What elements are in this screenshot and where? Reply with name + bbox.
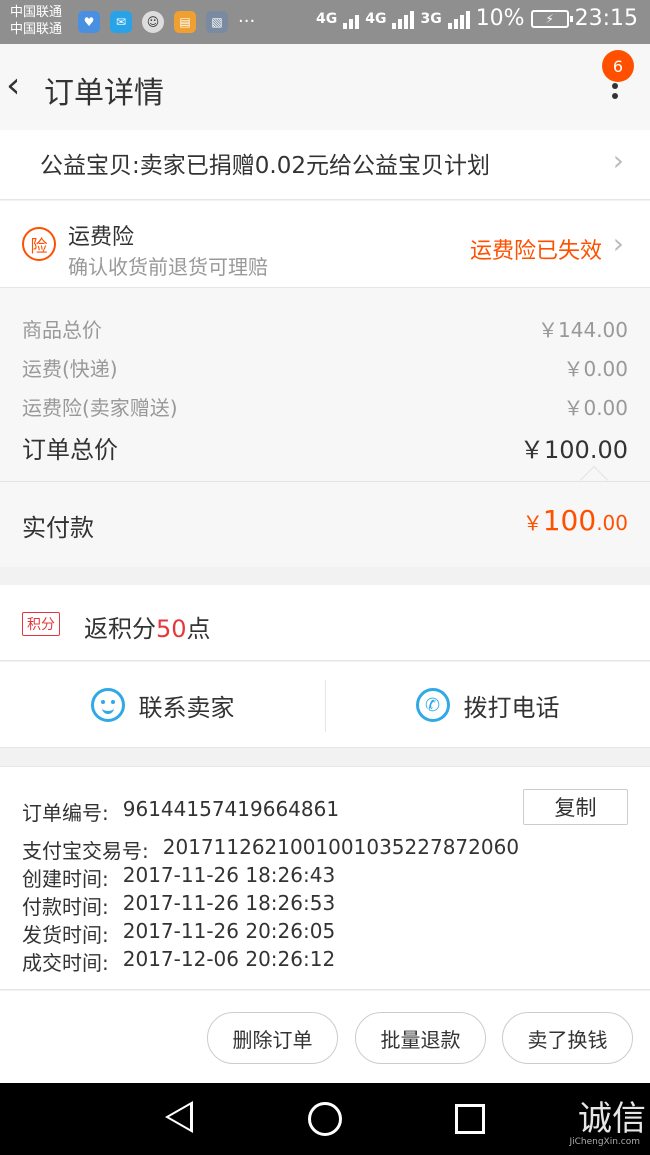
points-text: 返积分50点 bbox=[84, 609, 211, 644]
insurance-title: 运费险 bbox=[68, 225, 135, 250]
delete-order-button[interactable]: 删除订单 bbox=[207, 1012, 338, 1064]
shipped-time-label: 发货时间: bbox=[22, 923, 109, 947]
carrier-labels: 中国联通 中国联通 bbox=[10, 4, 62, 38]
actual-payment-row: 实付款 ￥100.00 bbox=[0, 482, 650, 567]
paid-time-row: 付款时间: 2017-11-26 18:26:53 bbox=[22, 891, 335, 920]
contact-bar: 联系卖家 ✆ 拨打电话 bbox=[0, 662, 650, 748]
action-bar: 删除订单 批量退款 卖了换钱 bbox=[0, 991, 650, 1083]
charity-text: 公益宝贝:卖家已捐赠0.02元给公益宝贝计划 bbox=[40, 153, 490, 179]
battery-icon: ⚡ bbox=[530, 9, 573, 28]
goods-total-label: 商品总价 bbox=[22, 318, 102, 342]
signal-bars-2-icon bbox=[392, 9, 415, 29]
price-breakdown: 商品总价 ￥144.00 运费(快递) ￥0.00 运费险(卖家赠送) ￥0.0… bbox=[0, 288, 650, 495]
points-row: 积分 返积分50点 bbox=[0, 585, 650, 661]
order-number-value: 96144157419664861 bbox=[122, 797, 340, 821]
created-time-row: 创建时间: 2017-11-26 18:26:43 bbox=[22, 863, 335, 892]
order-total-label: 订单总价 bbox=[22, 436, 118, 464]
points-number: 50 bbox=[156, 615, 187, 643]
paid-time-value: 2017-11-26 18:26:53 bbox=[122, 891, 336, 915]
insurance-icon: 险 bbox=[22, 227, 56, 261]
batch-refund-button[interactable]: 批量退款 bbox=[355, 1012, 486, 1064]
call-phone-label: 拨打电话 bbox=[463, 693, 560, 722]
sell-button[interactable]: 卖了换钱 bbox=[502, 1012, 633, 1064]
nav-recents-icon[interactable] bbox=[455, 1104, 485, 1134]
paid-time-label: 付款时间: bbox=[22, 895, 109, 919]
more-notifications-icon: ··· bbox=[238, 11, 256, 32]
gallery-icon: ▧ bbox=[206, 11, 228, 33]
order-total-value: ￥100.00 bbox=[520, 436, 628, 464]
created-time-label: 创建时间: bbox=[22, 867, 109, 891]
phone-icon: ✆ bbox=[415, 688, 450, 722]
created-time-value: 2017-11-26 18:26:43 bbox=[122, 863, 336, 887]
completed-time-label: 成交时间: bbox=[22, 951, 109, 975]
completed-time-row: 成交时间: 2017-12-06 20:26:12 bbox=[22, 947, 335, 976]
carrier-2: 中国联通 bbox=[10, 22, 63, 37]
signal-bars-1-icon bbox=[343, 9, 360, 29]
order-number-row: 订单编号: 96144157419664861 bbox=[22, 797, 339, 826]
app-icon: ▤ bbox=[174, 11, 196, 33]
insurance-status: 运费险已失效 bbox=[469, 239, 602, 264]
insurance-fee-value: ￥0.00 bbox=[563, 396, 628, 420]
order-info: 订单编号: 96144157419664861 复制 支付宝交易号: 20171… bbox=[0, 766, 650, 990]
status-right: 4G 4G 3G 10% ⚡ 23:15 bbox=[316, 6, 638, 31]
chevron-right-icon: › bbox=[612, 227, 624, 260]
alipay-number-label: 支付宝交易号: bbox=[22, 839, 149, 863]
health-icon: ♥ bbox=[78, 11, 100, 33]
watermark-url: JiChengXin.com bbox=[569, 1137, 640, 1147]
carrier-1: 中国联通 bbox=[10, 5, 63, 20]
insurance-fee-row: 运费险(卖家赠送) ￥0.00 bbox=[22, 392, 628, 421]
nav-back-icon[interactable] bbox=[165, 1101, 193, 1133]
avatar-icon: ☺ bbox=[142, 11, 164, 33]
call-phone-button[interactable]: ✆ 拨打电话 bbox=[325, 662, 650, 748]
chevron-right-icon: › bbox=[612, 144, 624, 177]
signal-bars-3-icon bbox=[447, 9, 470, 29]
shipping-value: ￥0.00 bbox=[563, 357, 628, 381]
order-total-row: 订单总价 ￥100.00 bbox=[22, 430, 628, 465]
points-prefix: 返积分 bbox=[84, 615, 156, 643]
actual-payment-label: 实付款 bbox=[22, 514, 94, 542]
shipped-time-row: 发货时间: 2017-11-26 20:26:05 bbox=[22, 919, 335, 948]
page-title: 订单详情 bbox=[44, 76, 164, 111]
insurance-fee-label: 运费险(卖家赠送) bbox=[22, 396, 178, 420]
contact-seller-label: 联系卖家 bbox=[138, 693, 235, 722]
signal-label-1: 4G bbox=[315, 10, 338, 27]
shipping-insurance-row[interactable]: 险 运费险 确认收货前退货可理赔 运费险已失效 › bbox=[0, 201, 650, 288]
insurance-subtitle: 确认收货前退货可理赔 bbox=[68, 255, 268, 279]
charity-row[interactable]: 公益宝贝:卖家已捐赠0.02元给公益宝贝计划 › bbox=[0, 130, 650, 200]
battery-percent: 10% bbox=[475, 6, 525, 31]
system-nav-bar: 诚信 JiChengXin.com bbox=[0, 1083, 650, 1155]
actual-payment-amount: ￥100.00 bbox=[523, 504, 628, 537]
status-bar: 中国联通 中国联通 ♥ ✉ ☺ ▤ ▧ ··· 4G 4G 3G 10% ⚡ 2… bbox=[0, 0, 650, 44]
signal-label-3: 3G bbox=[420, 10, 442, 27]
shipping-row: 运费(快递) ￥0.00 bbox=[22, 353, 628, 382]
signal-label-2: 4G bbox=[365, 10, 387, 27]
completed-time-value: 2017-12-06 20:26:12 bbox=[122, 947, 336, 971]
nav-home-icon[interactable] bbox=[308, 1102, 342, 1136]
back-icon[interactable]: ‹ bbox=[6, 66, 36, 106]
currency-symbol: ￥ bbox=[522, 511, 543, 535]
watermark-logo: 诚信 bbox=[578, 1099, 646, 1139]
amount-decimal: .00 bbox=[596, 511, 628, 535]
order-number-label: 订单编号: bbox=[22, 801, 109, 825]
alipay-number-value: 2017112621001001035227872060 bbox=[162, 835, 520, 859]
header: ‹ 订单详情 6 bbox=[0, 44, 650, 130]
chat-smile-icon bbox=[90, 688, 125, 722]
shipped-time-value: 2017-11-26 20:26:05 bbox=[122, 919, 336, 943]
points-tag: 积分 bbox=[22, 612, 60, 636]
notification-icons: ♥ ✉ ☺ ▤ ▧ ··· bbox=[78, 11, 255, 33]
goods-total-value: ￥144.00 bbox=[538, 318, 628, 342]
amount-integer: 100 bbox=[542, 504, 597, 537]
shipping-label: 运费(快递) bbox=[22, 357, 118, 381]
alipay-number-row: 支付宝交易号: 2017112621001001035227872060 bbox=[22, 835, 519, 864]
notification-badge: 6 bbox=[602, 50, 634, 82]
clock: 23:15 bbox=[574, 6, 638, 31]
points-suffix: 点 bbox=[186, 615, 211, 643]
copy-button[interactable]: 复制 bbox=[523, 789, 628, 825]
goods-total-row: 商品总价 ￥144.00 bbox=[22, 314, 628, 343]
chat-icon: ✉ bbox=[110, 11, 132, 33]
contact-seller-button[interactable]: 联系卖家 bbox=[0, 662, 325, 748]
